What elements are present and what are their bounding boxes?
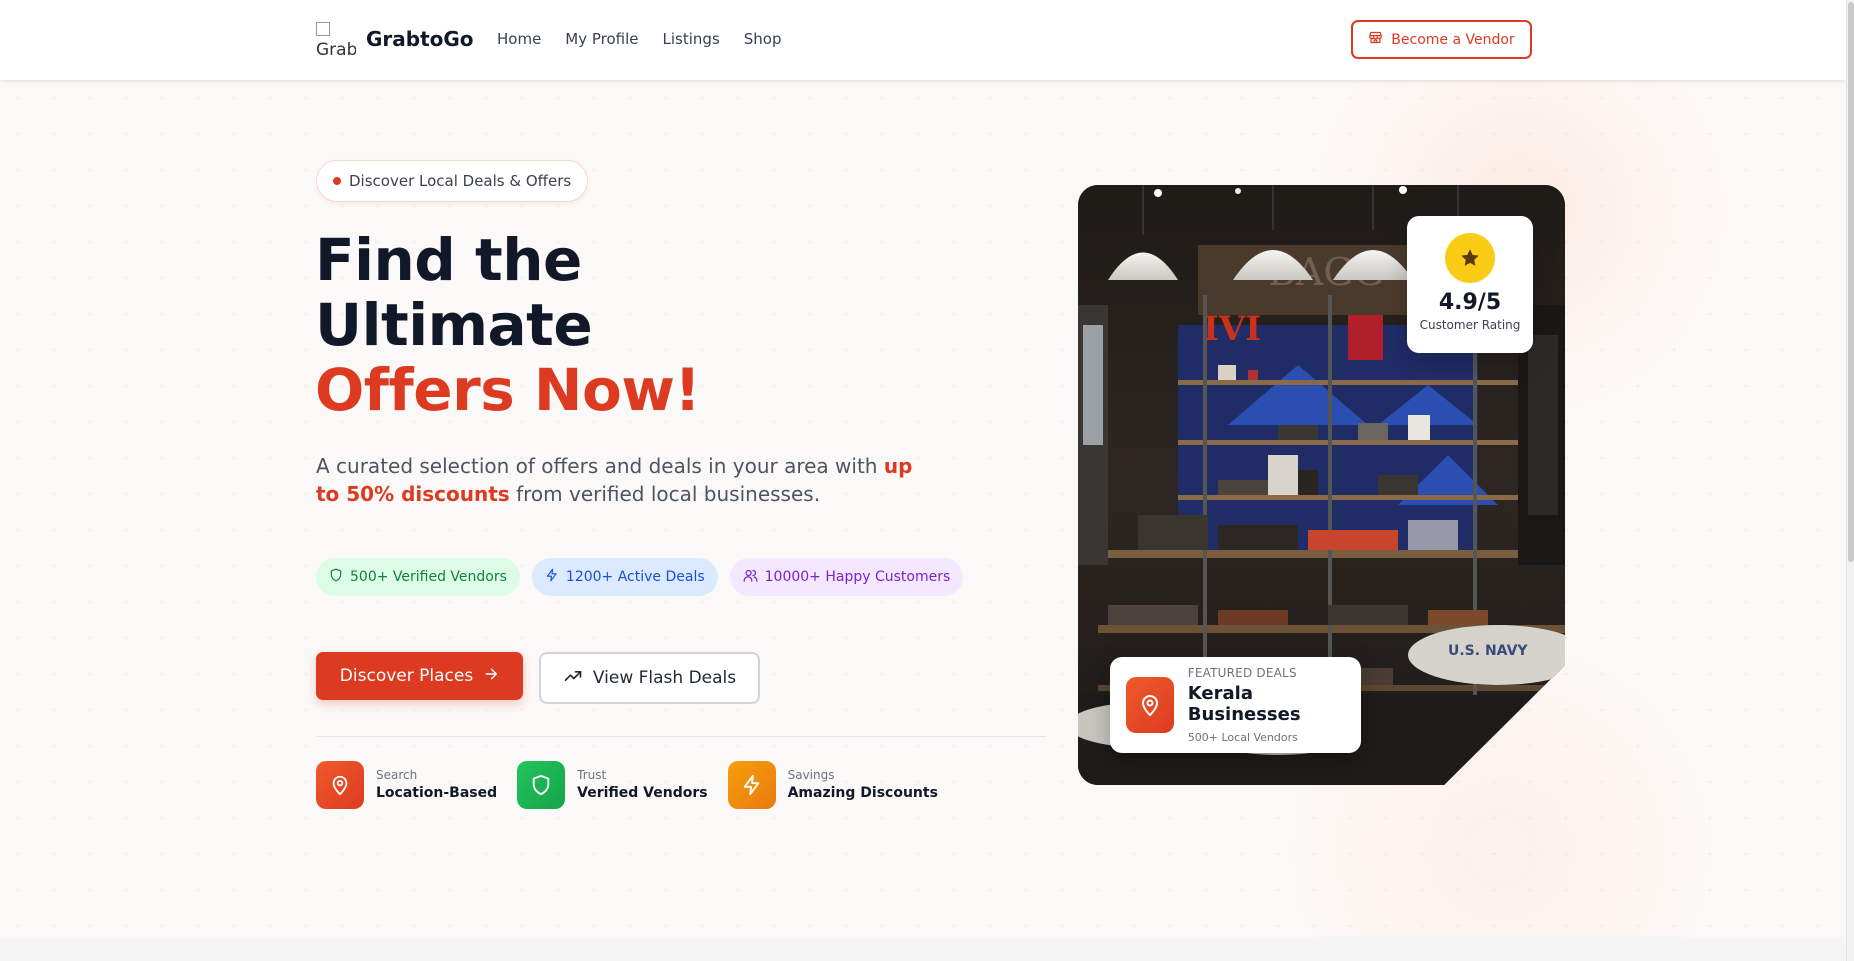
main-nav: Home My Profile Listings Shop	[497, 30, 782, 48]
hero-tag-pill: Discover Local Deals & Offers	[316, 160, 589, 202]
headline-accent: Offers Now!	[315, 356, 701, 424]
hero-headline: Find the Ultimate Offers Now!	[315, 226, 701, 424]
rating-label: Customer Rating	[1419, 318, 1521, 332]
top-navbar: Grabt GrabtoGo Home My Profile Listings …	[0, 0, 1846, 80]
svg-text:U.S. NAVY: U.S. NAVY	[1448, 643, 1528, 659]
discover-places-label: Discover Places	[339, 666, 474, 686]
hero-tag-label: Discover Local Deals & Offers	[349, 172, 572, 190]
hero-divider	[316, 736, 1046, 737]
svg-text:IVI: IVI	[1203, 309, 1261, 349]
view-flash-deals-label: View Flash Deals	[592, 668, 737, 688]
page-scrollbar[interactable]	[1846, 0, 1854, 961]
feature-category: Search	[376, 768, 418, 782]
stat-label: 10000+ Happy Customers	[764, 569, 951, 585]
become-vendor-label: Become a Vendor	[1391, 31, 1515, 48]
nav-shop[interactable]: Shop	[744, 30, 782, 48]
map-pin-icon	[1126, 677, 1174, 733]
feature-category: Savings	[787, 768, 835, 782]
feature-list: Search Location-Based Trust Verified Ven…	[316, 761, 938, 809]
shield-icon	[517, 761, 566, 809]
brand-name[interactable]: GrabtoGo	[366, 27, 474, 51]
rating-value: 4.9/5	[1438, 290, 1502, 315]
discover-places-button[interactable]: Discover Places	[316, 652, 523, 700]
shield-icon	[329, 568, 343, 586]
stat-label: 500+ Verified Vendors	[350, 569, 507, 585]
hero-subtext: A curated selection of offers and deals …	[316, 452, 916, 508]
stat-active-deals: 1200+ Active Deals	[531, 558, 718, 596]
view-flash-deals-button[interactable]: View Flash Deals	[539, 652, 760, 704]
stat-happy-customers: 10000+ Happy Customers	[729, 558, 964, 596]
subtext-pre: A curated selection of offers and deals …	[316, 454, 884, 478]
feature-title: Location-Based	[376, 785, 498, 801]
become-vendor-button[interactable]: Become a Vendor	[1351, 20, 1532, 59]
stat-verified-vendors: 500+ Verified Vendors	[316, 558, 520, 596]
users-icon	[743, 568, 758, 587]
feature-category: Trust	[577, 768, 607, 782]
lightning-icon	[545, 568, 559, 586]
subtext-post: from verified local businesses.	[509, 482, 821, 506]
stat-label: 1200+ Active Deals	[565, 569, 705, 585]
stat-badges: 500+ Verified Vendors 1200+ Active Deals…	[316, 558, 964, 596]
feature-location-based: Search Location-Based	[316, 761, 497, 809]
rating-card: 4.9/5 Customer Rating	[1407, 216, 1533, 353]
featured-card-eyebrow: Featured Deals	[1187, 666, 1297, 680]
nav-my-profile[interactable]: My Profile	[565, 30, 638, 48]
featured-card-title: Kerala Businesses	[1187, 683, 1301, 725]
scrollbar-thumb[interactable]	[1848, 2, 1854, 562]
headline-line-2: Ultimate	[315, 291, 593, 359]
logo-alt-text: Grabt	[316, 40, 356, 58]
nav-home[interactable]: Home	[497, 30, 541, 48]
store-icon	[1368, 30, 1383, 49]
arrow-right-icon	[483, 666, 499, 687]
trending-up-icon	[563, 666, 583, 691]
feature-title: Amazing Discounts	[787, 785, 938, 801]
featured-deals-card[interactable]: Featured Deals Kerala Businesses 500+ Lo…	[1110, 657, 1361, 753]
feature-title: Verified Vendors	[577, 785, 708, 801]
lightning-icon	[727, 761, 776, 809]
map-pin-icon	[316, 761, 364, 809]
featured-card-subtitle: 500+ Local Vendors	[1187, 731, 1298, 744]
pill-dot	[333, 177, 341, 185]
logo-image[interactable]: Grabt	[316, 20, 356, 58]
headline-line-1: Find the	[315, 226, 582, 294]
feature-verified-vendors: Trust Verified Vendors	[517, 761, 708, 809]
next-section-edge	[0, 937, 1846, 961]
star-icon	[1445, 233, 1495, 283]
broken-image-icon	[316, 22, 330, 36]
feature-amazing-discounts: Savings Amazing Discounts	[727, 761, 938, 809]
nav-listings[interactable]: Listings	[663, 30, 720, 48]
